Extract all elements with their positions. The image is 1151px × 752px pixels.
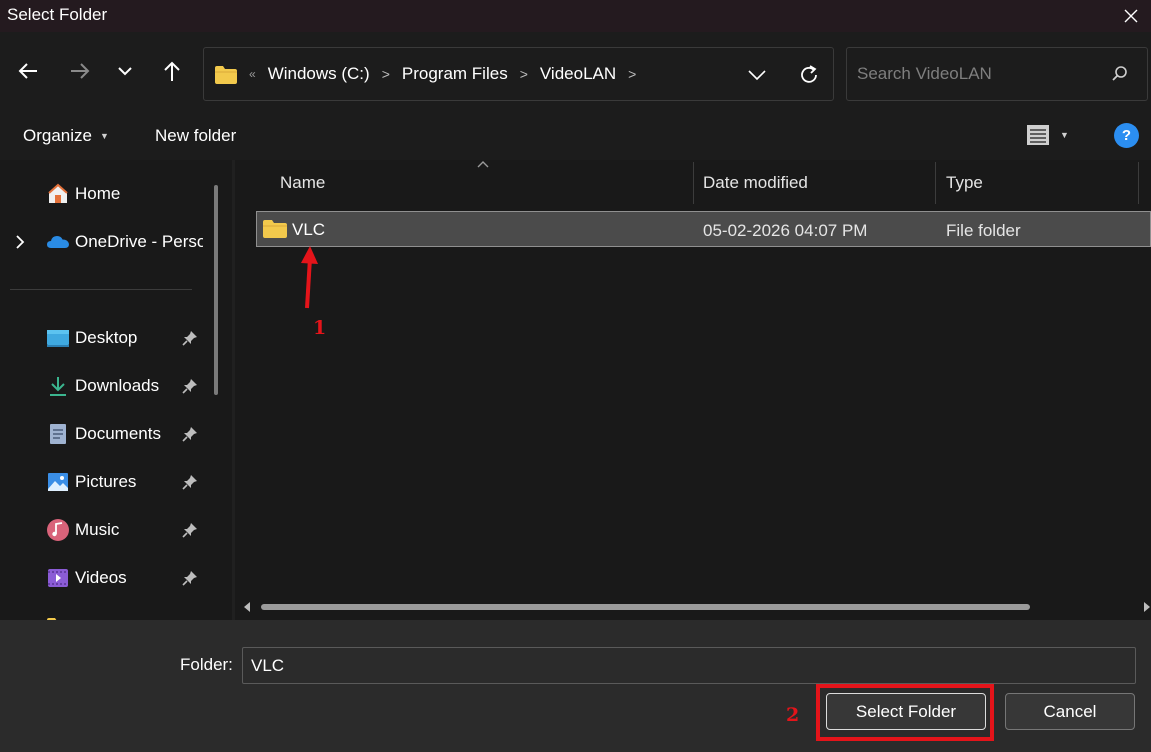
music-icon xyxy=(47,519,69,541)
arrow-up-icon xyxy=(164,61,180,81)
navigation-pane: Home OneDrive - Personal Desktop Downloa… xyxy=(0,160,232,620)
sidebar-item-onedrive[interactable]: OneDrive - Personal xyxy=(0,222,210,262)
title-bar: Select Folder xyxy=(0,0,1151,32)
sidebar-item-home[interactable]: Home xyxy=(0,174,210,214)
breadcrumb-item-windows[interactable]: Windows (C:) xyxy=(268,64,370,84)
column-header-type[interactable]: Type xyxy=(946,160,983,206)
breadcrumb-chevron-icon[interactable]: > xyxy=(520,66,528,82)
breadcrumb-item-videolan[interactable]: VideoLAN xyxy=(540,64,616,84)
chevron-down-icon xyxy=(748,70,766,81)
caret-down-icon: ▼ xyxy=(1060,130,1069,140)
breadcrumb: « Windows (C:) > Program Files > VideoLA… xyxy=(249,48,648,100)
pin-icon xyxy=(182,379,197,394)
breadcrumb-chevron-icon[interactable]: > xyxy=(382,66,390,82)
refresh-icon xyxy=(801,65,817,83)
search-icon xyxy=(1112,66,1127,81)
sidebar-item-desktop[interactable]: Desktop xyxy=(0,318,210,358)
recent-locations-button[interactable] xyxy=(108,54,142,88)
folder-input[interactable] xyxy=(242,647,1136,684)
home-icon xyxy=(48,183,68,203)
chevron-right-icon[interactable] xyxy=(14,234,26,250)
column-divider[interactable] xyxy=(693,162,694,204)
address-bar[interactable]: « Windows (C:) > Program Files > VideoLA… xyxy=(203,47,834,101)
horizontal-scrollbar[interactable] xyxy=(261,604,1030,610)
organize-menu[interactable]: Organize ▼ xyxy=(23,126,109,146)
details-view-icon xyxy=(1027,125,1049,145)
window-title: Select Folder xyxy=(7,5,108,24)
search-input[interactable] xyxy=(857,62,1097,86)
pin-icon xyxy=(182,331,197,346)
sidebar-item-partial[interactable] xyxy=(0,606,210,620)
refresh-button[interactable] xyxy=(794,60,824,90)
column-header-date[interactable]: Date modified xyxy=(703,160,808,206)
documents-icon xyxy=(50,424,66,444)
sidebar-item-documents[interactable]: Documents xyxy=(0,414,210,454)
cancel-button[interactable]: Cancel xyxy=(1005,693,1135,730)
navigation-bar: « Windows (C:) > Program Files > VideoLA… xyxy=(0,32,1151,112)
table-row[interactable]: VLC 05-02-2026 04:07 PM File folder xyxy=(256,211,1151,247)
sidebar-item-music[interactable]: Music xyxy=(0,510,210,550)
videos-icon xyxy=(48,569,68,587)
folder-icon xyxy=(263,220,287,238)
downloads-icon xyxy=(50,377,66,396)
file-type: File folder xyxy=(946,221,1021,240)
arrow-left-icon xyxy=(18,63,37,79)
annotation-step-2: 2 xyxy=(786,704,800,726)
back-button[interactable] xyxy=(11,54,45,88)
sidebar-item-downloads[interactable]: Downloads xyxy=(0,366,210,406)
annotation-highlight-box xyxy=(816,684,994,741)
new-folder-label: New folder xyxy=(155,126,237,145)
breadcrumb-overflow[interactable]: « xyxy=(249,67,256,81)
folder-label: Folder: xyxy=(180,655,233,674)
file-list: Name Date modified Type VLC 05-02-2026 0… xyxy=(235,160,1151,620)
breadcrumb-chevron-icon[interactable]: > xyxy=(628,66,636,82)
sidebar-item-label: Home xyxy=(75,184,121,203)
sort-ascending-icon xyxy=(477,161,489,168)
close-icon xyxy=(1124,9,1138,23)
view-options-button[interactable]: ▼ xyxy=(1026,124,1069,146)
column-divider[interactable] xyxy=(1138,162,1139,204)
search-box[interactable] xyxy=(846,47,1148,101)
annotation-arrow xyxy=(301,246,318,309)
pin-icon xyxy=(182,523,197,538)
desktop-icon xyxy=(47,330,69,347)
organize-label: Organize xyxy=(23,126,92,145)
file-date: 05-02-2026 04:07 PM xyxy=(703,221,868,240)
address-history-button[interactable] xyxy=(744,62,770,88)
up-button[interactable] xyxy=(155,54,189,88)
command-bar: Organize ▼ New folder ▼ ? xyxy=(0,112,1151,160)
sidebar-divider xyxy=(10,289,192,290)
forward-button[interactable] xyxy=(63,54,97,88)
breadcrumb-item-program-files[interactable]: Program Files xyxy=(402,64,508,84)
pin-icon xyxy=(182,427,197,442)
sidebar-scrollbar[interactable] xyxy=(214,185,218,395)
scroll-left-icon[interactable] xyxy=(242,601,252,613)
folder-icon xyxy=(215,66,237,84)
pin-icon xyxy=(182,475,197,490)
caret-down-icon: ▼ xyxy=(99,131,109,141)
help-button[interactable]: ? xyxy=(1114,123,1139,148)
chevron-down-icon xyxy=(118,67,132,76)
annotation-step-1: 1 xyxy=(313,317,327,339)
arrow-right-icon xyxy=(71,63,90,79)
column-header-name[interactable]: Name xyxy=(280,160,325,206)
file-name: VLC xyxy=(292,220,326,239)
sidebar-item-label: OneDrive - Personal xyxy=(75,232,203,251)
scroll-right-icon[interactable] xyxy=(1143,601,1151,613)
onedrive-icon xyxy=(47,236,69,248)
pictures-icon xyxy=(48,473,68,491)
pin-icon xyxy=(182,571,197,586)
close-button[interactable] xyxy=(1111,0,1151,32)
new-folder-button[interactable]: New folder xyxy=(155,126,236,146)
sidebar-item-videos[interactable]: Videos xyxy=(0,558,210,598)
column-divider[interactable] xyxy=(935,162,936,204)
sidebar-item-pictures[interactable]: Pictures xyxy=(0,462,210,502)
